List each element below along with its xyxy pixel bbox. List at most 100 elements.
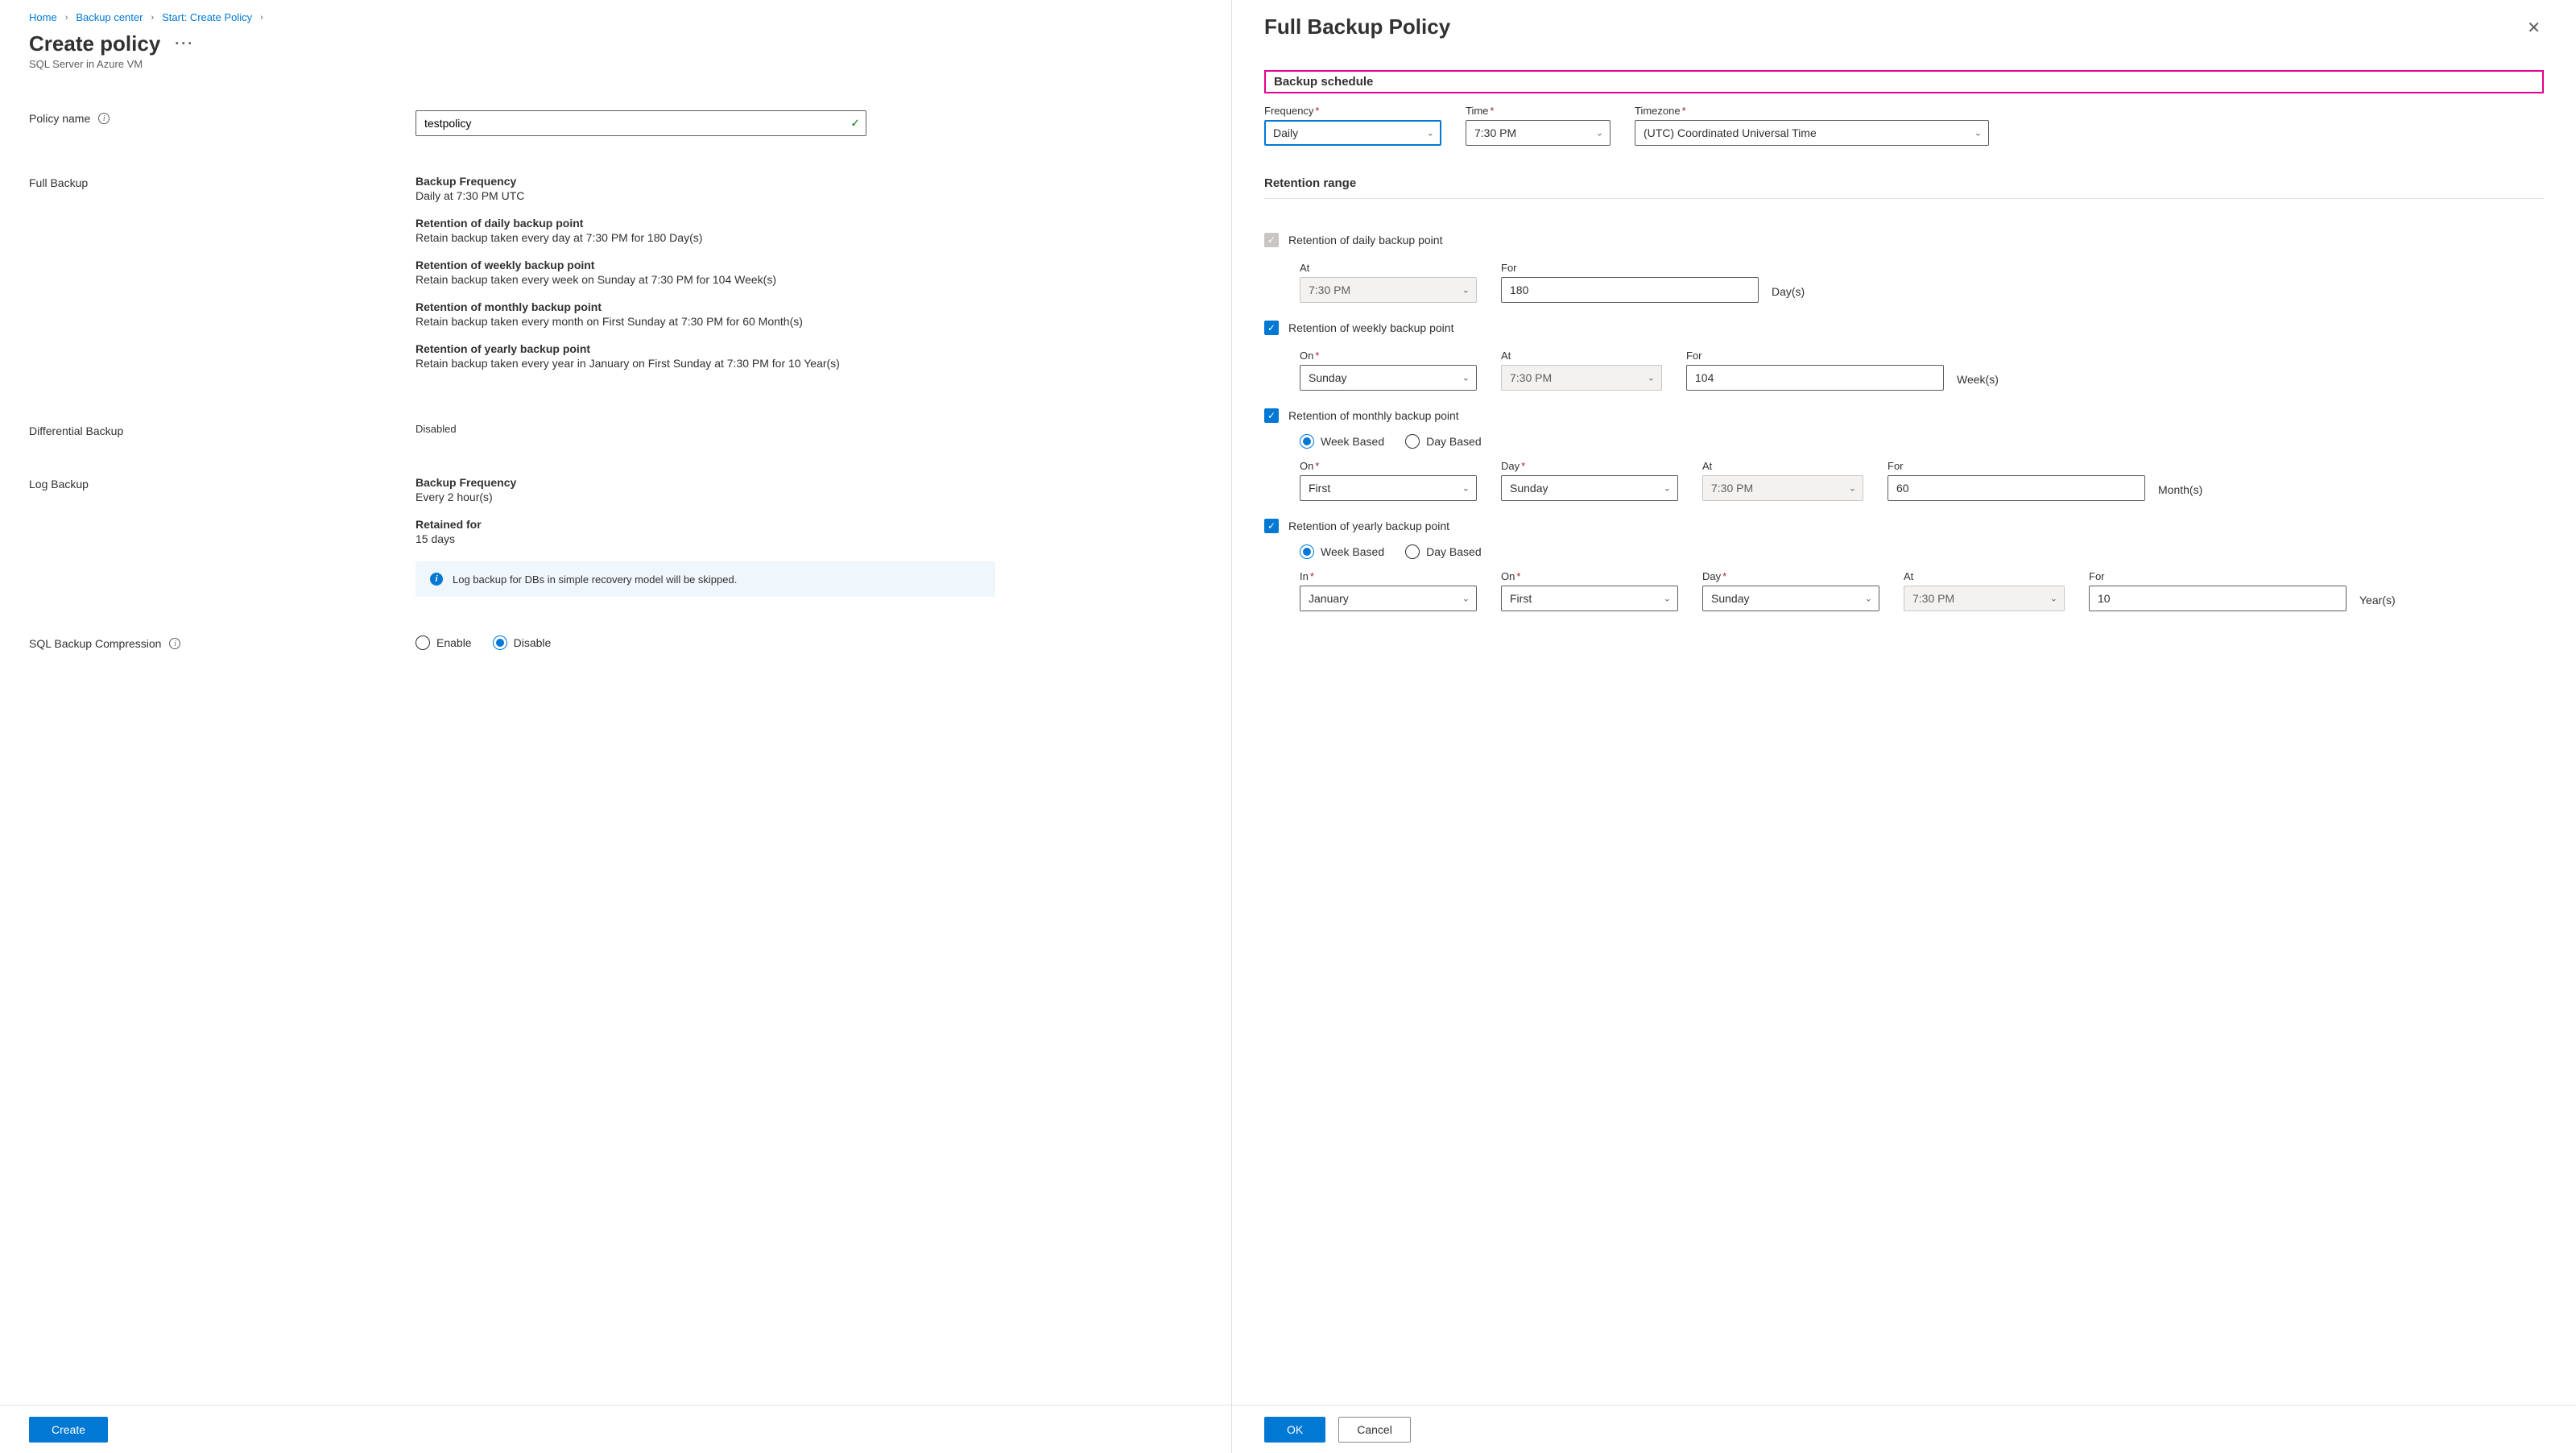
fb-monthly-title: Retention of monthly backup point: [416, 300, 1231, 313]
right-footer: OK Cancel: [1232, 1405, 2576, 1453]
time-label: Time*: [1466, 105, 1611, 117]
info-banner: i Log backup for DBs in simple recovery …: [416, 561, 995, 597]
daily-for-input[interactable]: 180: [1501, 277, 1759, 303]
yearly-at-label: At: [1904, 570, 2065, 582]
breadcrumb-backup-center[interactable]: Backup center: [76, 11, 143, 23]
info-icon[interactable]: i: [169, 638, 180, 649]
monthly-on-label: On*: [1300, 460, 1477, 472]
time-select[interactable]: 7:30 PM⌄: [1466, 120, 1611, 146]
weekly-for-label: For: [1686, 350, 1944, 362]
monthly-retention-checkbox[interactable]: ✓: [1264, 408, 1279, 423]
monthly-week-based-radio[interactable]: Week Based: [1300, 434, 1384, 449]
radio-enable-label: Enable: [436, 636, 472, 649]
ok-button[interactable]: OK: [1264, 1417, 1325, 1443]
daily-for-label: For: [1501, 262, 1759, 274]
breadcrumb-start-create-policy[interactable]: Start: Create Policy: [162, 11, 252, 23]
create-policy-pane: Home › Backup center › Start: Create Pol…: [0, 0, 1232, 1453]
yearly-week-based-radio[interactable]: Week Based: [1300, 544, 1384, 559]
monthly-on-select[interactable]: First⌄: [1300, 475, 1477, 501]
monthly-day-select[interactable]: Sunday⌄: [1501, 475, 1678, 501]
page-title-text: Create policy: [29, 31, 160, 56]
log-backup-label: Log Backup: [29, 476, 416, 491]
yearly-in-label: In*: [1300, 570, 1477, 582]
fb-yearly-title: Retention of yearly backup point: [416, 342, 1231, 355]
chevron-down-icon: ⌄: [1462, 373, 1470, 383]
frequency-label: Frequency*: [1264, 105, 1441, 117]
chevron-down-icon: ⌄: [1664, 594, 1671, 604]
weekly-for-input[interactable]: 104: [1686, 365, 1944, 391]
chevron-down-icon: ⌄: [1462, 594, 1470, 604]
full-backup-policy-panel: Full Backup Policy ✕ Backup schedule Fre…: [1232, 0, 2576, 1453]
panel-title: Full Backup Policy: [1264, 14, 1450, 39]
yearly-in-select[interactable]: January⌄: [1300, 586, 1477, 611]
close-icon[interactable]: ✕: [2524, 14, 2544, 41]
log-freq-detail: Every 2 hour(s): [416, 491, 1231, 503]
fb-weekly-title: Retention of weekly backup point: [416, 259, 1231, 271]
daily-unit: Day(s): [1772, 285, 1805, 303]
weekly-at-input: 7:30 PM⌄: [1501, 365, 1662, 391]
chevron-down-icon: ⌄: [1849, 483, 1856, 494]
backup-schedule-heading: Backup schedule: [1264, 70, 2544, 93]
monthly-day-based-radio[interactable]: Day Based: [1405, 434, 1481, 449]
chevron-down-icon: ⌄: [1462, 483, 1470, 494]
cancel-button[interactable]: Cancel: [1338, 1417, 1411, 1443]
full-backup-label: Full Backup: [29, 175, 416, 189]
yearly-day-label: Day*: [1702, 570, 1879, 582]
radio-enable[interactable]: Enable: [416, 635, 472, 650]
weekly-on-label: On*: [1300, 350, 1477, 362]
yearly-day-based-radio[interactable]: Day Based: [1405, 544, 1481, 559]
chevron-right-icon: ›: [151, 13, 154, 23]
fb-freq-title: Backup Frequency: [416, 175, 1231, 188]
weekly-on-select[interactable]: Sunday⌄: [1300, 365, 1477, 391]
monthly-retention-label: Retention of monthly backup point: [1288, 409, 1459, 422]
monthly-day-label: Day*: [1501, 460, 1678, 472]
chevron-right-icon: ›: [65, 13, 68, 23]
fb-yearly-detail: Retain backup taken every year in Januar…: [416, 357, 1231, 370]
timezone-select[interactable]: (UTC) Coordinated Universal Time⌄: [1635, 120, 1989, 146]
yearly-for-label: For: [2089, 570, 2347, 582]
radio-disable-label: Disable: [514, 636, 552, 649]
compression-label: SQL Backup Compression i: [29, 635, 416, 650]
frequency-select[interactable]: Daily⌄: [1264, 120, 1441, 146]
yearly-on-select[interactable]: First⌄: [1501, 586, 1678, 611]
retention-range-heading: Retention range: [1264, 176, 2544, 199]
monthly-day-based-label: Day Based: [1426, 435, 1481, 448]
checkmark-icon: ✓: [850, 117, 860, 130]
more-actions-button[interactable]: ···: [175, 35, 194, 52]
radio-disable[interactable]: Disable: [493, 635, 552, 650]
info-icon: i: [430, 573, 443, 586]
fb-weekly-detail: Retain backup taken every week on Sunday…: [416, 273, 1231, 286]
monthly-for-input[interactable]: 60: [1888, 475, 2145, 501]
monthly-at-input: 7:30 PM⌄: [1702, 475, 1863, 501]
chevron-down-icon: ⌄: [2050, 594, 2057, 604]
page-title: Create policy ···: [29, 31, 1231, 56]
log-ret-title: Retained for: [416, 518, 1231, 531]
log-ret-detail: 15 days: [416, 532, 1231, 545]
yearly-retention-checkbox[interactable]: ✓: [1264, 519, 1279, 533]
chevron-down-icon: ⌄: [1648, 373, 1655, 383]
breadcrumb-home[interactable]: Home: [29, 11, 57, 23]
monthly-unit: Month(s): [2158, 483, 2202, 501]
page-subtitle: SQL Server in Azure VM: [29, 58, 1231, 70]
yearly-day-select[interactable]: Sunday⌄: [1702, 586, 1879, 611]
breadcrumb: Home › Backup center › Start: Create Pol…: [29, 11, 1231, 23]
log-freq-title: Backup Frequency: [416, 476, 1231, 489]
daily-at-label: At: [1300, 262, 1477, 274]
weekly-at-label: At: [1501, 350, 1662, 362]
left-footer: Create: [0, 1405, 1231, 1453]
fb-daily-detail: Retain backup taken every day at 7:30 PM…: [416, 231, 1231, 244]
chevron-down-icon: ⌄: [1596, 128, 1603, 139]
timezone-label: Timezone*: [1635, 105, 1989, 117]
monthly-week-based-label: Week Based: [1321, 435, 1384, 448]
info-icon[interactable]: i: [98, 113, 110, 124]
daily-at-input: 7:30 PM⌄: [1300, 277, 1477, 303]
yearly-at-input: 7:30 PM⌄: [1904, 586, 2065, 611]
info-banner-text: Log backup for DBs in simple recovery mo…: [453, 573, 737, 586]
policy-name-input[interactable]: [416, 110, 866, 136]
yearly-week-based-label: Week Based: [1321, 545, 1384, 558]
weekly-unit: Week(s): [1957, 373, 1999, 391]
yearly-for-input[interactable]: 10: [2089, 586, 2347, 611]
weekly-retention-checkbox[interactable]: ✓: [1264, 321, 1279, 335]
yearly-retention-label: Retention of yearly backup point: [1288, 520, 1449, 532]
create-button[interactable]: Create: [29, 1417, 108, 1443]
